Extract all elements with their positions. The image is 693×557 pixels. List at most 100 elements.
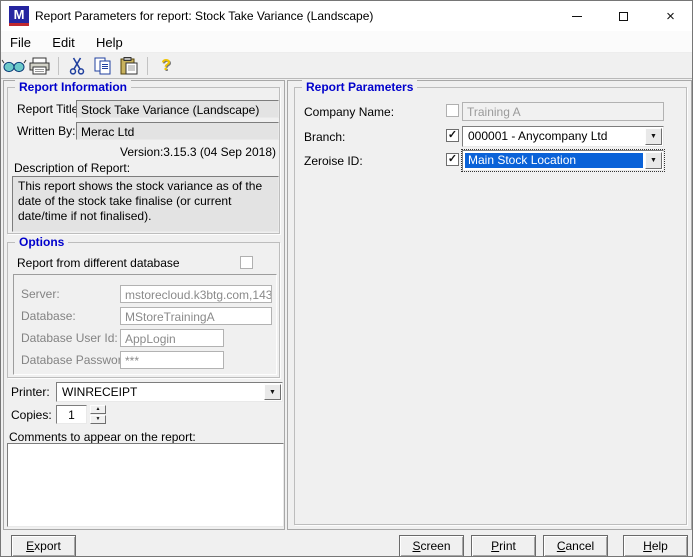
db-user-field: AppLogin bbox=[120, 329, 224, 347]
glasses-icon bbox=[1, 59, 27, 73]
copies-up-button[interactable]: ▲ bbox=[90, 405, 106, 414]
company-name-checkbox bbox=[446, 104, 459, 117]
group-title: Options bbox=[15, 235, 68, 249]
branch-checkbox[interactable]: ✓ bbox=[446, 129, 459, 142]
database-settings-panel: Server: mstorecloud.k3btg.com,14331 Data… bbox=[13, 274, 277, 375]
toolbar: ? bbox=[1, 53, 692, 79]
app-icon-letter: M bbox=[14, 7, 25, 22]
printer-combo[interactable]: WINRECEIPT ▼ bbox=[56, 382, 283, 402]
window-title: Report Parameters for report: Stock Take… bbox=[35, 1, 373, 31]
app-icon: M bbox=[9, 6, 29, 26]
different-database-checkbox[interactable] bbox=[240, 256, 253, 269]
database-field: MStoreTrainingA bbox=[120, 307, 272, 325]
paste-button[interactable] bbox=[116, 55, 142, 77]
chevron-down-icon: ▼ bbox=[650, 133, 657, 140]
help-button-label: elp bbox=[652, 539, 668, 553]
group-title: Report Parameters bbox=[302, 80, 417, 94]
screen-button-label: creen bbox=[420, 539, 450, 553]
zeroise-id-value: Main Stock Location bbox=[465, 153, 643, 168]
help-button[interactable]: Help bbox=[623, 535, 688, 557]
export-button[interactable]: Export bbox=[11, 535, 76, 557]
branch-label: Branch: bbox=[304, 131, 345, 144]
scissors-icon bbox=[69, 57, 85, 75]
copies-stepper: ▲ ▼ bbox=[90, 405, 106, 424]
copies-down-button[interactable]: ▼ bbox=[90, 415, 106, 424]
options-group: Options Report from different database S… bbox=[7, 242, 280, 378]
chevron-down-icon: ▼ bbox=[96, 416, 101, 422]
close-icon: × bbox=[666, 9, 675, 24]
printer-icon bbox=[29, 57, 51, 75]
server-field: mstorecloud.k3btg.com,14331 bbox=[120, 285, 272, 303]
printer-label: Printer: bbox=[11, 386, 50, 399]
screen-button[interactable]: Screen bbox=[399, 535, 464, 557]
print-toolbar-button[interactable] bbox=[27, 55, 53, 77]
printer-dropdown-button[interactable]: ▼ bbox=[264, 384, 281, 400]
branch-dropdown-button[interactable]: ▼ bbox=[645, 128, 662, 145]
check-icon: ✓ bbox=[448, 129, 457, 141]
report-parameters-dialog: M Report Parameters for report: Stock Ta… bbox=[0, 0, 693, 557]
chevron-down-icon: ▼ bbox=[650, 157, 657, 164]
menu-bar: File Edit Help bbox=[1, 31, 692, 53]
preview-button[interactable] bbox=[1, 55, 27, 77]
app-icon-red-bar bbox=[9, 23, 29, 26]
help-button-label: H bbox=[643, 539, 652, 553]
report-description: This report shows the stock variance as … bbox=[12, 176, 279, 232]
db-user-label: Database User Id: bbox=[21, 332, 118, 345]
comments-input[interactable] bbox=[7, 443, 284, 527]
menu-file[interactable]: File bbox=[1, 31, 40, 53]
cut-button[interactable] bbox=[64, 55, 90, 77]
copies-input[interactable] bbox=[56, 405, 87, 424]
help-icon: ? bbox=[161, 57, 171, 75]
company-name-field: Training A bbox=[462, 102, 664, 121]
printer-value: WINRECEIPT bbox=[59, 385, 262, 399]
print-button-label: P bbox=[491, 539, 499, 553]
copy-icon bbox=[94, 57, 112, 75]
group-title: Report Information bbox=[15, 80, 131, 94]
different-database-label: Report from different database bbox=[17, 257, 180, 270]
menu-edit[interactable]: Edit bbox=[43, 31, 83, 53]
maximize-icon bbox=[619, 12, 628, 21]
toolbar-separator bbox=[58, 57, 59, 75]
report-information-group: Report Information Report Title: Stock T… bbox=[7, 87, 280, 234]
report-parameters-group: Report Parameters Company Name: Training… bbox=[294, 87, 687, 525]
toolbar-separator bbox=[147, 57, 148, 75]
db-password-field: *** bbox=[120, 351, 224, 369]
copies-label: Copies: bbox=[11, 409, 52, 422]
copy-button[interactable] bbox=[90, 55, 116, 77]
menu-help[interactable]: Help bbox=[87, 31, 132, 53]
check-icon: ✓ bbox=[448, 153, 457, 165]
report-title-field: Stock Take Variance (Landscape) bbox=[76, 100, 279, 118]
maximize-button[interactable] bbox=[600, 1, 647, 31]
export-button-label: E bbox=[26, 539, 34, 553]
help-toolbar-button[interactable]: ? bbox=[153, 55, 179, 77]
db-password-label: Database Password: bbox=[21, 354, 132, 367]
right-panel: Report Parameters Company Name: Training… bbox=[287, 80, 692, 530]
close-button[interactable]: × bbox=[647, 1, 693, 31]
written-by-field: Merac Ltd bbox=[76, 122, 279, 140]
chevron-down-icon: ▼ bbox=[269, 389, 276, 396]
zeroise-id-checkbox[interactable]: ✓ bbox=[446, 153, 459, 166]
title-bar: M Report Parameters for report: Stock Ta… bbox=[1, 1, 692, 31]
minimize-icon bbox=[572, 16, 582, 17]
export-button-label: xport bbox=[34, 539, 61, 553]
server-label: Server: bbox=[21, 288, 60, 301]
company-name-label: Company Name: bbox=[304, 106, 394, 119]
version-value: 3.15.3 (04 Sep 2018) bbox=[163, 146, 276, 159]
zeroise-dropdown-button[interactable]: ▼ bbox=[645, 152, 662, 169]
minimize-button[interactable] bbox=[553, 1, 600, 31]
database-label: Database: bbox=[21, 310, 76, 323]
zeroise-id-combo[interactable]: Main Stock Location ▼ bbox=[462, 150, 664, 171]
print-button[interactable]: Print bbox=[471, 535, 536, 557]
version-label: Version: bbox=[120, 146, 163, 159]
written-by-label: Written By: bbox=[17, 125, 75, 138]
cancel-button[interactable]: Cancel bbox=[543, 535, 608, 557]
zeroise-id-label: Zeroise ID: bbox=[304, 155, 363, 168]
branch-value: 000001 - Anycompany Ltd bbox=[465, 129, 643, 144]
paste-icon bbox=[120, 57, 138, 75]
branch-combo[interactable]: 000001 - Anycompany Ltd ▼ bbox=[462, 126, 664, 147]
print-button-label: rint bbox=[499, 539, 516, 553]
report-title-label: Report Title: bbox=[17, 103, 82, 116]
chevron-up-icon: ▲ bbox=[96, 406, 101, 412]
cancel-button-label: ancel bbox=[565, 539, 594, 553]
description-label: Description of Report: bbox=[14, 162, 130, 175]
